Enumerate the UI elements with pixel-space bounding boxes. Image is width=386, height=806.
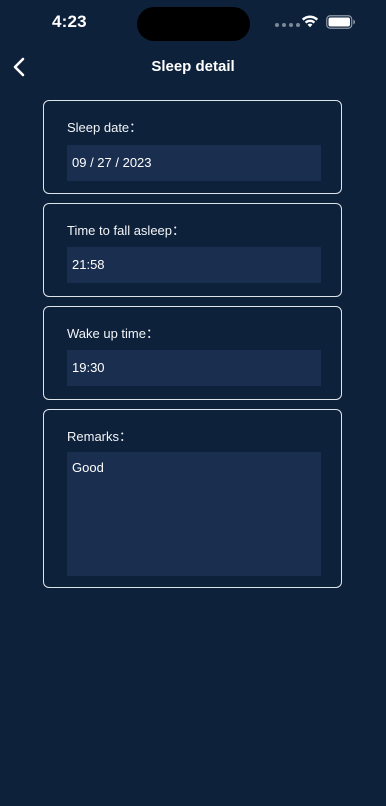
battery-icon [326,15,355,29]
fall-asleep-label: Time to fall asleep： [67,223,186,238]
wake-up-card: Wake up time： 19:30 [43,306,342,400]
status-time: 4:23 [52,12,87,31]
fall-asleep-card: Time to fall asleep： 21:58 [43,203,342,297]
page-title: Sleep detail [151,58,235,75]
dynamic-island [137,7,250,41]
wake-up-time-field[interactable]: 19:30 [67,350,321,386]
remarks-card: Remarks： Good [43,409,342,588]
wake-up-label: Wake up time： [67,326,159,341]
sleep-detail-screen: 4:23 Sleep detail Sleep date： 09 / 27 / … [0,0,386,806]
cellular-signal-icon [275,23,300,27]
status-bar: 4:23 [0,0,386,46]
sleep-date-field[interactable]: 09 / 27 / 2023 [67,145,321,181]
remarks-textarea[interactable]: Good [67,452,321,576]
remarks-label: Remarks： [67,429,133,444]
fall-asleep-time-field[interactable]: 21:58 [67,247,321,283]
sleep-date-card: Sleep date： 09 / 27 / 2023 [43,100,342,194]
navigation-bar: Sleep detail [0,48,386,86]
sleep-date-label: Sleep date： [67,120,143,135]
wifi-icon [301,15,319,28]
